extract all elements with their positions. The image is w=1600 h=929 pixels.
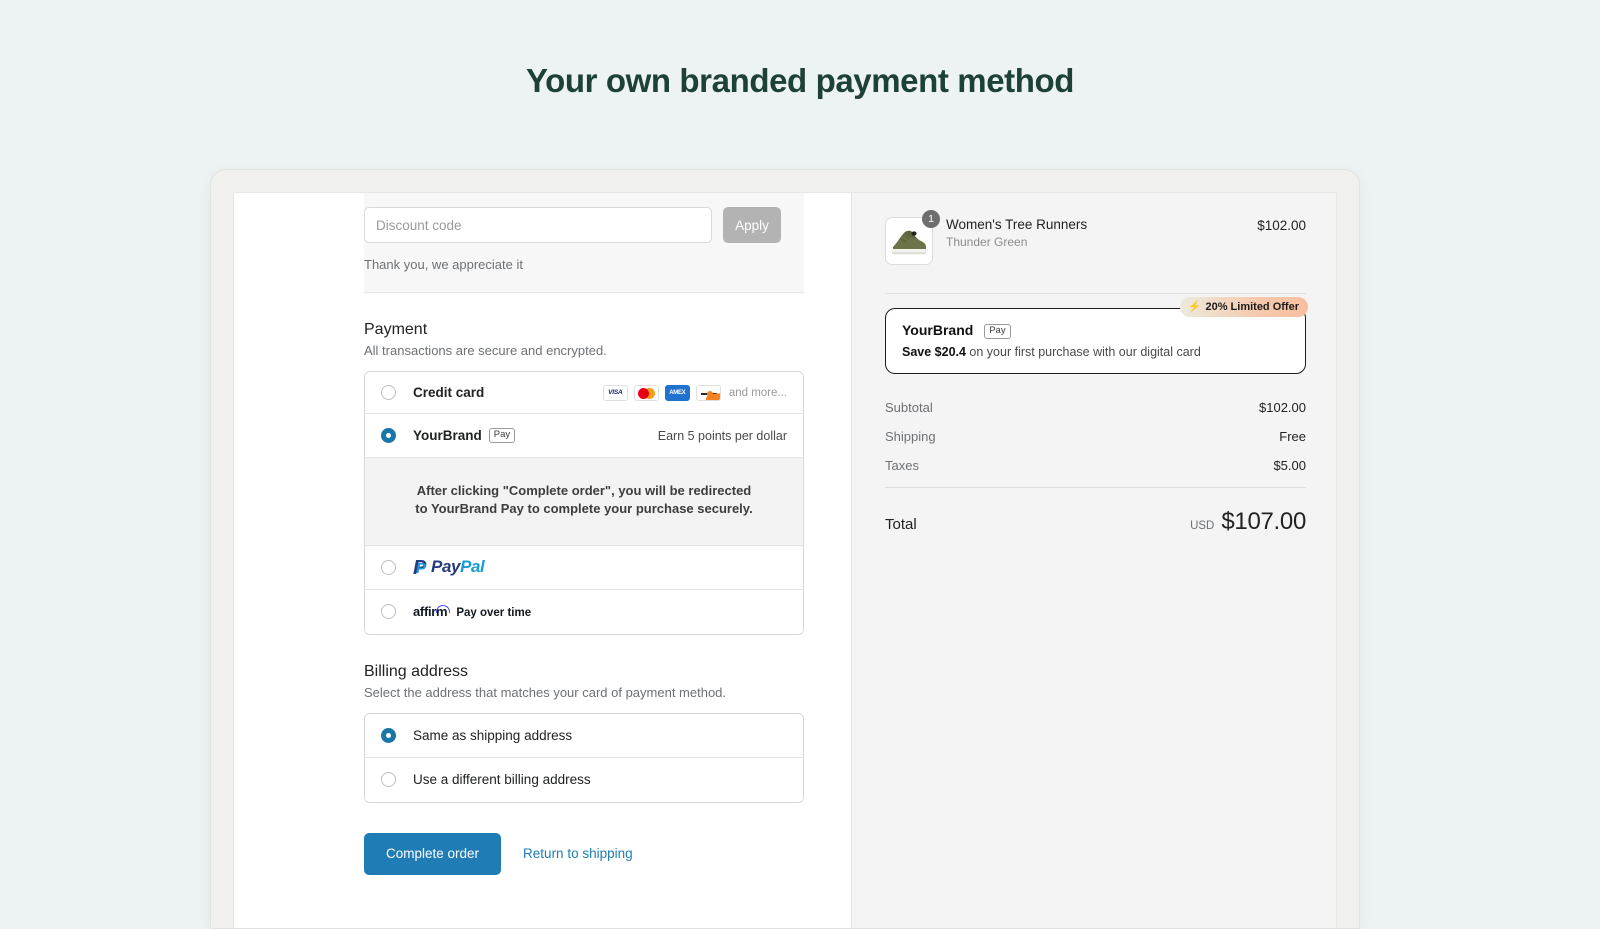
redirect-notice-line-1: After clicking "Complete order", you wil…: [416, 483, 752, 498]
bolt-icon: ⚡: [1187, 301, 1202, 313]
promo-card[interactable]: YourBrand Pay Save $20.4 on your first p…: [885, 308, 1306, 374]
radio-paypal[interactable]: [381, 559, 396, 575]
promo-pay-tag: Pay: [984, 324, 1011, 339]
affirm-tagline: Pay over time: [456, 607, 532, 620]
grand-total-row: Total USD $107.00: [885, 508, 1306, 536]
total-row: Subtotal $102.00: [885, 400, 1306, 415]
discount-row: Apply: [364, 207, 804, 243]
billing-heading: Billing address: [364, 662, 469, 680]
apply-discount-button[interactable]: Apply: [723, 207, 781, 243]
promo-description: Save $20.4 on your first purchase with o…: [902, 345, 1289, 359]
summary-divider-top: [885, 293, 1306, 294]
device-frame: Apply Thank you, we appreciate it Paymen…: [210, 169, 1360, 929]
payment-section: Payment All transactions are secure and …: [364, 321, 804, 635]
radio-different-billing-address[interactable]: [381, 772, 396, 788]
limited-offer-text: 20% Limited Offer: [1205, 300, 1299, 313]
paypal-icon: PP PayPal: [413, 556, 485, 579]
redirect-notice-line-2: to YourBrand Pay to complete your purcha…: [415, 501, 753, 517]
total-value: Free: [1279, 428, 1306, 444]
return-to-shipping-link[interactable]: Return to shipping: [523, 846, 633, 861]
total-value: $5.00: [1273, 457, 1306, 473]
payment-subheading: All transactions are secure and encrypte…: [364, 343, 607, 358]
product-name: Women's Tree Runners: [946, 217, 1088, 232]
and-more-label: and more...: [728, 386, 787, 399]
billing-subheading: Select the address that matches your car…: [364, 684, 727, 700]
discount-code-input[interactable]: [364, 207, 712, 243]
billing-address-section: Billing address Select the address that …: [364, 663, 804, 803]
limited-offer-badge: ⚡ 20% Limited Offer: [1179, 297, 1308, 317]
card-brand-list: VISA AMEX and more...: [602, 384, 787, 401]
summary-divider-bottom: [885, 486, 1306, 488]
billing-option-label: Same as shipping address: [413, 727, 573, 743]
payment-option-paypal[interactable]: PP PayPal: [365, 545, 803, 590]
visa-icon: VISA: [602, 384, 628, 401]
paypal-logo-text-b: Pal: [460, 557, 485, 577]
radio-affirm[interactable]: [381, 604, 396, 620]
grand-total-label: Total: [885, 515, 917, 533]
rewards-note: Earn 5 points per dollar: [657, 428, 787, 443]
promo-brand-row: YourBrand Pay: [902, 322, 1289, 339]
promo-brand-name: YourBrand: [902, 322, 974, 338]
radio-same-as-shipping[interactable]: [381, 727, 396, 743]
amex-icon: AMEX: [664, 384, 690, 401]
total-row: Taxes $5.00: [885, 458, 1306, 473]
billing-option-different-address[interactable]: Use a different billing address: [365, 757, 803, 802]
payment-method-group: Credit card VISA AMEX and more... YourBr…: [364, 371, 804, 635]
billing-option-group: Same as shipping address Use a different…: [364, 712, 804, 803]
discount-note: Thank you, we appreciate it: [364, 257, 523, 272]
totals-list: Subtotal $102.00 Shipping Free Taxes $5.…: [885, 400, 1306, 536]
order-line-item: 1 Women's Tree Runners Thunder Green $10…: [885, 210, 1306, 265]
promo-save-amount: Save $20.4: [902, 344, 966, 359]
total-row: Shipping Free: [885, 429, 1306, 444]
total-label: Subtotal: [885, 399, 933, 415]
total-label: Taxes: [885, 457, 919, 473]
mastercard-icon: [633, 384, 659, 401]
page-title: Your own branded payment method: [525, 62, 1075, 99]
radio-yourbrand-pay[interactable]: [381, 428, 396, 443]
discover-icon: [695, 384, 721, 401]
order-summary-column: 1 Women's Tree Runners Thunder Green $10…: [852, 193, 1336, 928]
payment-option-label: YourBrand: [413, 428, 482, 443]
product-thumbnail-wrap: 1: [885, 210, 940, 265]
paypal-logo-text-a: Pay: [431, 557, 461, 577]
checkout-screen: Apply Thank you, we appreciate it Paymen…: [233, 192, 1337, 928]
grand-total-amount: $107.00: [1221, 507, 1306, 535]
pay-tag-badge: Pay: [488, 428, 516, 443]
billing-option-same-as-shipping[interactable]: Same as shipping address: [365, 713, 803, 758]
total-label: Shipping: [885, 428, 936, 444]
total-value: $102.00: [1259, 399, 1306, 415]
affirm-arc-icon: [436, 605, 451, 614]
affirm-icon: affirm Pay over time: [413, 604, 531, 619]
product-info: Women's Tree Runners Thunder Green: [946, 217, 1087, 249]
quantity-badge: 1: [922, 210, 940, 228]
form-actions: Complete order Return to shipping: [364, 832, 831, 875]
complete-order-button[interactable]: Complete order: [364, 832, 502, 875]
grand-total-value-wrap: USD $107.00: [1190, 508, 1306, 536]
payment-option-yourbrand-pay[interactable]: YourBrand Pay Earn 5 points per dollar: [365, 414, 803, 458]
billing-option-label: Use a different billing address: [413, 772, 591, 788]
product-price: $102.00: [1257, 218, 1306, 233]
payment-option-credit-card[interactable]: Credit card VISA AMEX and more...: [365, 372, 803, 414]
product-variant: Thunder Green: [946, 235, 1028, 249]
checkout-form-column: Apply Thank you, we appreciate it Paymen…: [234, 193, 852, 928]
discount-block: Apply Thank you, we appreciate it: [364, 193, 804, 293]
promo-card-wrap[interactable]: YourBrand Pay Save $20.4 on your first p…: [885, 297, 1308, 374]
redirect-notice: After clicking "Complete order", you wil…: [365, 458, 803, 546]
currency-code: USD: [1190, 519, 1215, 532]
payment-heading: Payment: [364, 321, 428, 338]
promo-description-text: on your first purchase with our digital …: [965, 344, 1201, 359]
payment-option-label: Credit card: [413, 385, 485, 400]
payment-option-affirm[interactable]: affirm Pay over time: [365, 589, 803, 634]
radio-credit-card[interactable]: [381, 385, 396, 400]
rewards-note-wrap: Earn 5 points per dollar: [658, 429, 787, 443]
